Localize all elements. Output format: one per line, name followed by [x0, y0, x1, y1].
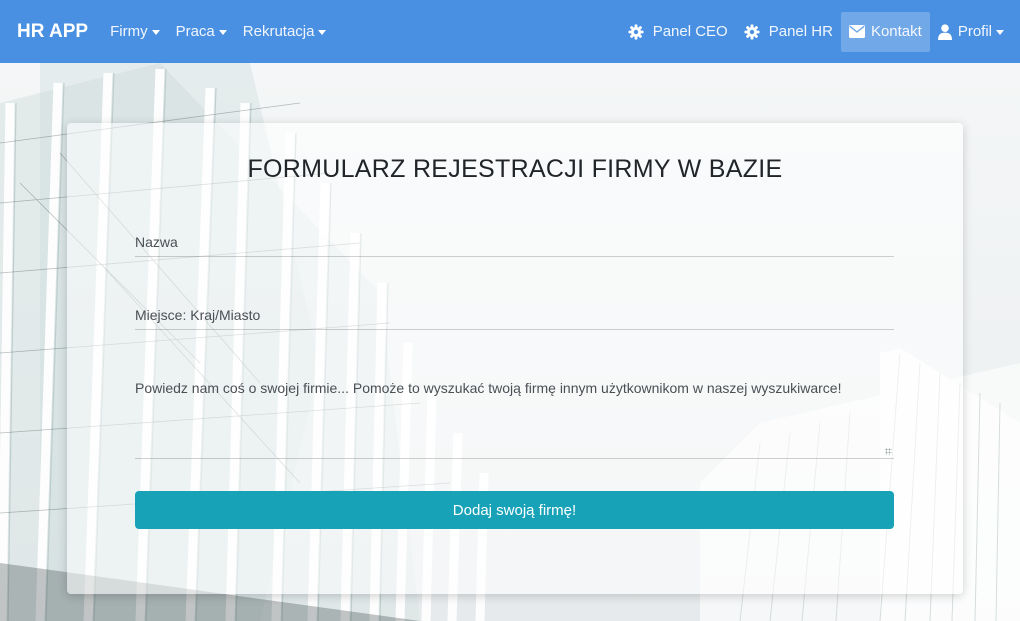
company-name-input[interactable]: Nazwa — [135, 228, 894, 257]
nav-kontakt-label: Kontakt — [870, 23, 922, 40]
user-icon — [937, 23, 952, 40]
nav-panel-hr-label: Panel HR — [768, 23, 833, 40]
menu-rekrutacja-label: Rekrutacja — [242, 23, 315, 40]
caret-down-icon — [996, 30, 1004, 35]
gear-icon — [628, 24, 644, 40]
brand-logo[interactable]: HR APP — [17, 21, 88, 43]
menu-praca[interactable]: Praca — [168, 12, 235, 52]
nav-kontakt[interactable]: Kontakt — [840, 11, 930, 52]
menu-firmy[interactable]: Firmy — [102, 12, 168, 52]
menu-praca-label: Praca — [175, 23, 215, 40]
caret-down-icon — [218, 30, 227, 35]
company-name-placeholder: Nazwa — [135, 234, 178, 250]
nav-panel-hr[interactable]: Panel HR — [736, 12, 841, 52]
form-title: FORMULARZ REJESTRACJI FIRMY W BAZIE — [247, 155, 783, 183]
nav-panel-ceo[interactable]: Panel CEO — [620, 12, 736, 52]
caret-down-icon — [318, 30, 327, 35]
navbar-right: Panel CEO Panel HR Kontakt Profil — [620, 11, 1012, 52]
nav-profil-label: Profil — [957, 23, 992, 40]
nav-panel-ceo-label: Panel CEO — [652, 23, 728, 40]
company-description-textarea[interactable]: Powiedz nam coś o swojej firmie... Pomoż… — [135, 373, 894, 459]
envelope-icon — [848, 25, 865, 38]
nav-profil[interactable]: Profil — [930, 12, 1012, 52]
gear-icon — [744, 24, 760, 40]
company-description-placeholder: Powiedz nam coś o swojej firmie... Pomoż… — [135, 380, 842, 396]
resize-grip-icon[interactable] — [885, 448, 892, 455]
caret-down-icon — [151, 30, 160, 35]
company-registration-card: FORMULARZ REJESTRACJI FIRMY W BAZIE Nazw… — [67, 123, 963, 594]
company-location-input[interactable]: Miejsce: Kraj/Miasto — [135, 301, 894, 330]
add-company-button[interactable]: Dodaj swoją firmę! — [135, 491, 894, 529]
company-location-placeholder: Miejsce: Kraj/Miasto — [135, 307, 261, 323]
top-navbar: HR APP Firmy Praca Rekrutacja Panel CEO … — [0, 0, 1020, 63]
menu-rekrutacja[interactable]: Rekrutacja — [235, 12, 335, 52]
menu-firmy-label: Firmy — [110, 23, 148, 40]
